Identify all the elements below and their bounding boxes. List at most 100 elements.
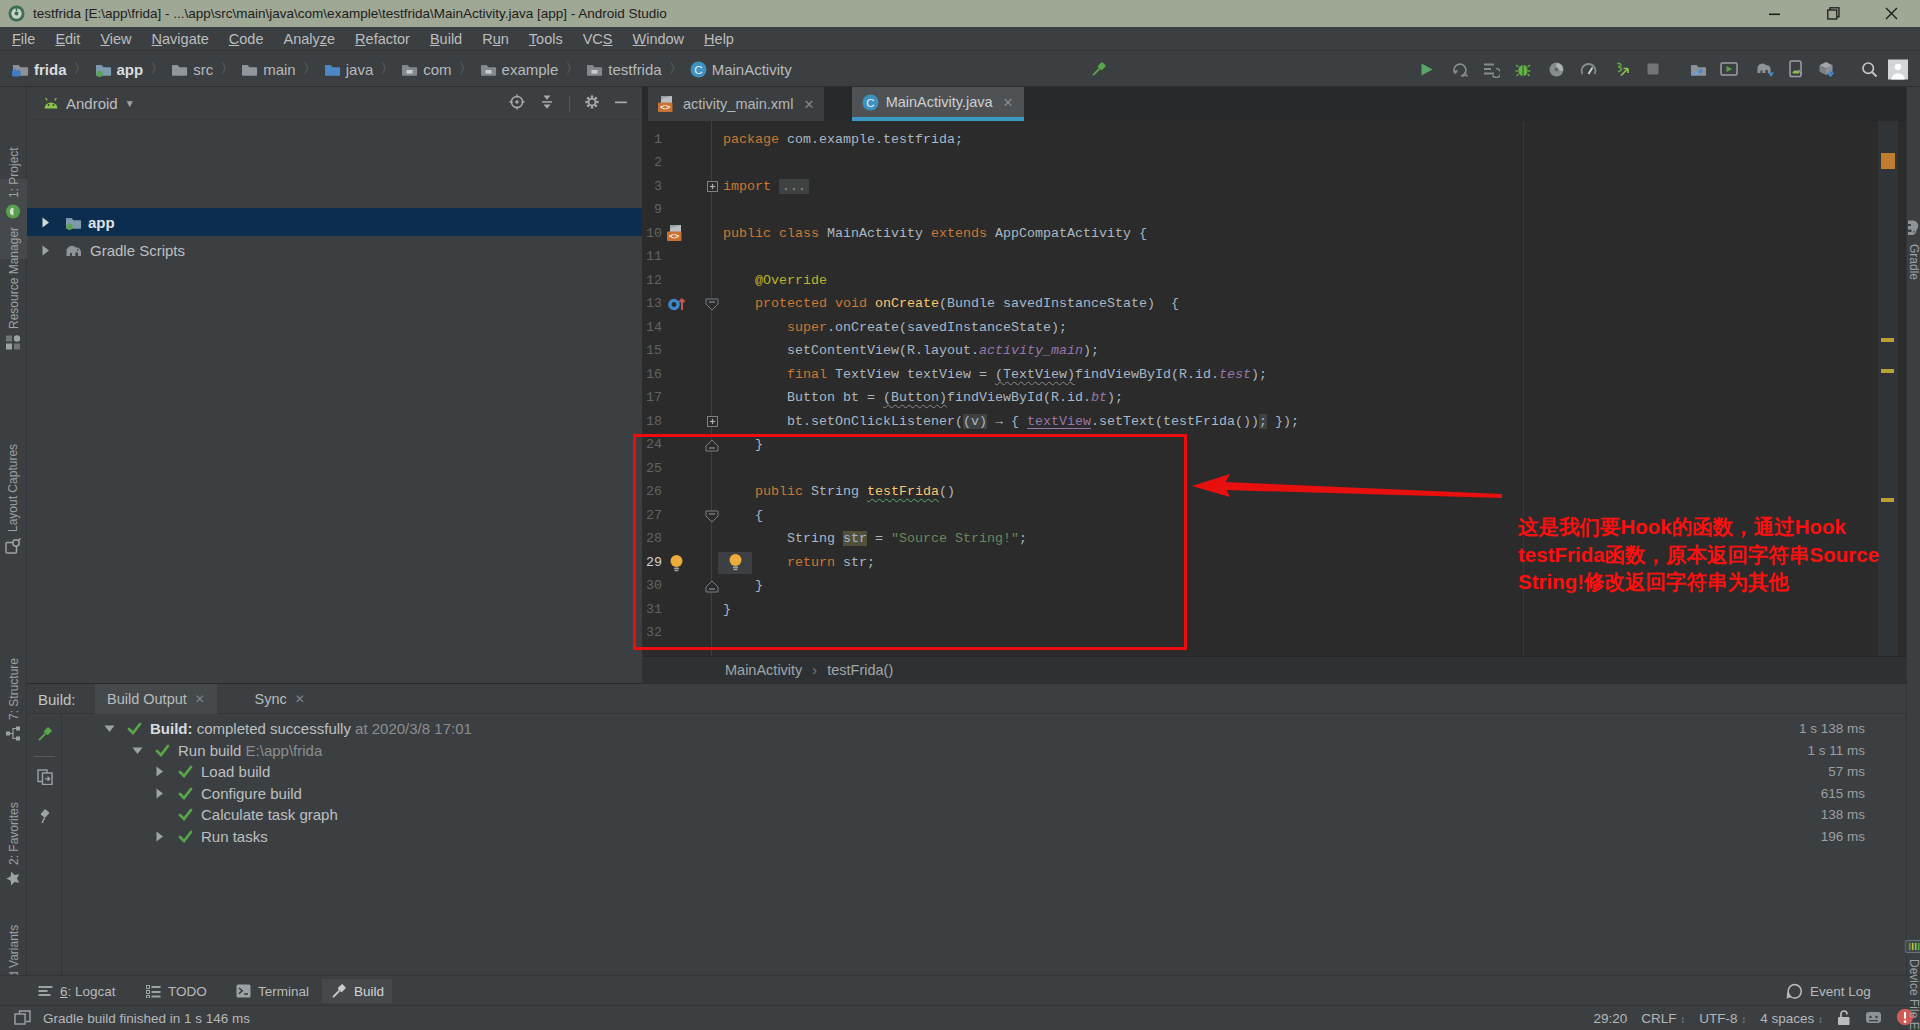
warning-mark[interactable] <box>1881 338 1894 342</box>
breadcrumb-java[interactable]: java <box>324 61 374 78</box>
menu-code[interactable]: Code <box>219 31 274 47</box>
project-view-selector[interactable]: Android ▼ <box>43 95 135 112</box>
gutter-override-icon[interactable] <box>666 295 686 312</box>
tool-window-switcher-icon[interactable] <box>14 1010 31 1028</box>
menu-vcs[interactable]: VCS <box>573 31 623 47</box>
project-item-app[interactable]: app <box>27 208 642 236</box>
tool-window-terminal[interactable]: Terminal <box>228 979 317 1003</box>
fold-marker[interactable] <box>705 416 719 427</box>
menu-window[interactable]: Window <box>623 31 695 47</box>
breadcrumb-com[interactable]: com <box>401 61 451 78</box>
breadcrumb-main[interactable]: main <box>241 61 296 78</box>
build-tab-build-output[interactable]: Build Output✕ <box>95 684 217 714</box>
build-tree-row[interactable]: Run tasks196 ms <box>63 826 1883 848</box>
caret-position[interactable]: 29:20 <box>1593 1011 1627 1026</box>
fold-marker[interactable] <box>705 298 719 311</box>
avatar-button[interactable] <box>1888 51 1908 87</box>
build-restart-icon[interactable] <box>27 726 62 743</box>
event-log-button[interactable]: Event Log <box>1778 979 1879 1003</box>
apk-folder-button[interactable] <box>1688 51 1708 87</box>
avd-button[interactable] <box>1786 51 1806 87</box>
build-tree-row[interactable]: Build: completed successfully at 2020/3/… <box>63 718 1883 740</box>
breadcrumb-separator: 〉 <box>380 60 394 78</box>
editor-tab-activity_main.xml[interactable]: <>activity_main.xml✕ <box>648 87 824 121</box>
window-minimize-button[interactable] <box>1746 0 1804 27</box>
gauge-button[interactable] <box>1578 51 1598 87</box>
breadcrumb-app[interactable]: app <box>95 61 144 78</box>
settings-button[interactable] <box>584 94 600 114</box>
code-line-15: 15 setContentView(R.layout.activity_main… <box>642 339 1872 363</box>
window-maximize-button[interactable] <box>1804 0 1862 27</box>
window-close-button[interactable] <box>1862 0 1920 27</box>
attach-button[interactable] <box>1611 51 1631 87</box>
hide-panel-button[interactable] <box>614 95 628 113</box>
debug-button[interactable] <box>1513 51 1533 87</box>
stop-button[interactable] <box>1643 51 1663 87</box>
build-tab-sync[interactable]: Sync✕ <box>243 684 317 714</box>
menu-edit[interactable]: Edit <box>45 31 90 47</box>
line-ending-indicator[interactable]: CRLF ↕ <box>1641 1011 1685 1026</box>
collapse-all-button[interactable] <box>539 94 555 114</box>
device-explorer-icon <box>1905 940 1920 953</box>
build-hammer-button[interactable] <box>1088 51 1108 87</box>
apply-changes-button[interactable]: A <box>1449 51 1469 87</box>
title-bar: testfrida [E:\app\frida] - ...\app\src\m… <box>0 0 1920 27</box>
encoding-indicator[interactable]: UTF-8 ↕ <box>1699 1011 1746 1026</box>
project-item-gradle-scripts[interactable]: Gradle Scripts <box>27 236 642 264</box>
breadcrumb-separator: 〉 <box>303 60 317 78</box>
tool-window-build[interactable]: Build <box>322 979 392 1003</box>
export-build-results-icon[interactable] <box>27 769 62 785</box>
breadcrumb-testfrida[interactable]: testfrida <box>586 61 661 78</box>
build-tree-row[interactable]: Load build57 ms <box>63 761 1883 783</box>
menu-build[interactable]: Build <box>420 31 472 47</box>
menu-run[interactable]: Run <box>472 31 519 47</box>
editor-tab-MainActivity.java[interactable]: CMainActivity.java✕ <box>852 87 1024 121</box>
editor-breadcrumb-MainActivity[interactable]: MainActivity <box>725 662 802 678</box>
menu-help[interactable]: Help <box>694 31 744 47</box>
sdk-button[interactable] <box>1816 51 1836 87</box>
build-tree-row[interactable]: Calculate task graph138 ms <box>63 804 1883 826</box>
breadcrumb-src[interactable]: src <box>171 61 213 78</box>
pin-icon[interactable] <box>27 809 62 824</box>
search-button[interactable] <box>1859 51 1879 87</box>
code-line-11: 11 <box>642 245 1872 269</box>
inspection-indicator[interactable] <box>1881 153 1895 169</box>
right-tool-strip: GradleDevice File Explorer <box>1906 87 1920 975</box>
editor-breadcrumb-testFrida()[interactable]: testFrida() <box>827 662 893 678</box>
warning-mark[interactable] <box>1881 498 1894 502</box>
main-toolbar: frida〉app〉src〉main〉java〉com〉example〉test… <box>0 51 1920 87</box>
favorites-icon <box>6 871 21 886</box>
menu-tools[interactable]: Tools <box>519 31 573 47</box>
logcat-monitor-button[interactable] <box>1719 51 1739 87</box>
gradle-sync-button[interactable] <box>1755 51 1775 87</box>
code-line-1: 1package com.example.testfrida; <box>642 128 1872 152</box>
menu-view[interactable]: View <box>90 31 141 47</box>
apply-code-button[interactable] <box>1481 51 1501 87</box>
menu-navigate[interactable]: Navigate <box>142 31 219 47</box>
tool-window-todo[interactable]: TODO <box>138 979 215 1003</box>
warning-mark[interactable] <box>1881 369 1894 373</box>
folder-app-icon <box>95 62 112 77</box>
breadcrumb-example[interactable]: example <box>480 61 559 78</box>
build-tree-row[interactable]: Configure build615 ms <box>63 783 1883 805</box>
breadcrumb-frida[interactable]: frida <box>12 61 67 78</box>
locate-file-button[interactable] <box>509 94 525 114</box>
fold-marker[interactable] <box>705 181 719 192</box>
indent-indicator[interactable]: 4 spaces ↕ <box>1760 1011 1823 1026</box>
profile-button[interactable] <box>1546 51 1566 87</box>
close-tab-icon[interactable]: ✕ <box>1003 95 1014 110</box>
todo-icon <box>146 985 161 998</box>
menu-refactor[interactable]: Refactor <box>345 31 420 47</box>
gradle-offline-icon[interactable] <box>1865 1010 1882 1028</box>
gutter-layout-xml-icon[interactable]: <> <box>666 225 686 242</box>
close-tab-icon[interactable]: ✕ <box>803 97 814 112</box>
error-stripe[interactable] <box>1878 121 1898 690</box>
android-studio-window: testfrida [E:\app\frida] - ...\app\src\m… <box>0 0 1920 1030</box>
tool-window-6-logcat[interactable]: 6: Logcat <box>30 979 124 1003</box>
lock-icon[interactable] <box>1837 1009 1851 1029</box>
menu-analyze[interactable]: Analyze <box>274 31 346 47</box>
run-button[interactable] <box>1416 51 1436 87</box>
breadcrumb-MainActivity[interactable]: CMainActivity <box>690 61 792 78</box>
build-tree-row[interactable]: Run build E:\app\frida1 s 11 ms <box>63 740 1883 762</box>
menu-file[interactable]: File <box>2 31 45 47</box>
